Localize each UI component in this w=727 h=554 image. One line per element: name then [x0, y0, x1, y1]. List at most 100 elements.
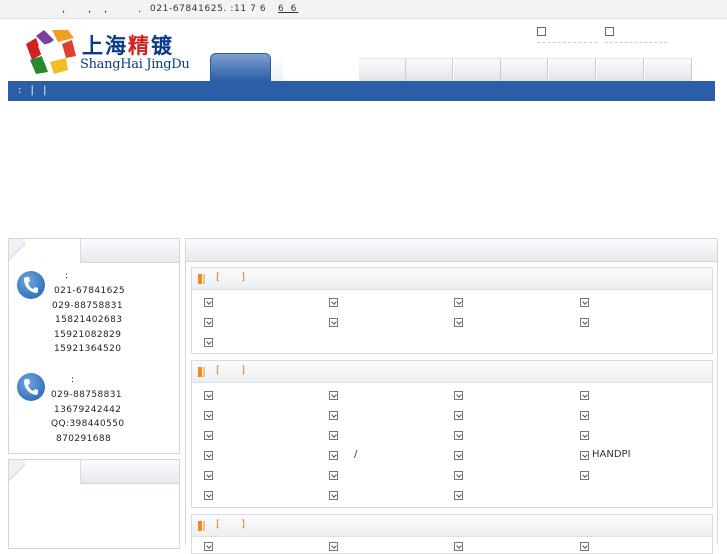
- arrow-icon: [454, 318, 463, 327]
- phone-number: 870291688: [56, 433, 112, 444]
- contact-panel: : 021-67841625 029-88758831 15821402683 …: [8, 238, 180, 454]
- phone-icon: [17, 373, 45, 401]
- arrow-icon: [580, 391, 589, 400]
- arrow-icon: [204, 431, 213, 440]
- logo-cn-part: 镀: [151, 33, 174, 58]
- section-header: [ ]: [192, 361, 712, 383]
- contact-colon: :: [65, 271, 69, 281]
- nav-tab[interactable]: [501, 58, 548, 82]
- phone-number: 13679242442: [54, 404, 122, 415]
- panel-tab: [9, 239, 81, 263]
- arrow-icon: [580, 298, 589, 307]
- arrow-icon: [329, 391, 338, 400]
- arrow-icon: [454, 431, 463, 440]
- arrow-icon: [454, 298, 463, 307]
- arrow-icon: [204, 451, 213, 460]
- section-title[interactable]: [ ]: [216, 365, 254, 376]
- arrow-icon: [580, 471, 589, 480]
- section-header: [ ]: [192, 515, 712, 537]
- arrow-icon: [454, 451, 463, 460]
- section-marker-icon: [203, 521, 205, 531]
- section-title[interactable]: [ ]: [216, 519, 254, 530]
- arrow-icon: [454, 471, 463, 480]
- nav-tab[interactable]: [597, 58, 644, 82]
- phone-number: 021-67841625: [54, 286, 126, 296]
- nav-tab[interactable]: [549, 58, 596, 82]
- arrow-icon: [537, 27, 546, 36]
- arrow-icon: [454, 391, 463, 400]
- section-marker-icon: [198, 274, 202, 284]
- contact-colon: :: [71, 375, 75, 385]
- arrow-icon: [329, 491, 338, 500]
- arrow-icon: [204, 318, 213, 327]
- nav-tab[interactable]: [406, 58, 453, 82]
- separator: ,: [62, 4, 66, 15]
- contact-list-2: 029-88758831 13679242442 QQ:398440550 87…: [51, 388, 161, 446]
- product-link-label: HANDPI: [592, 449, 631, 460]
- nav-spacer: [271, 58, 283, 82]
- arrow-icon: [454, 411, 463, 420]
- section-marker-icon: [198, 367, 202, 377]
- logo-cn-part: 精: [128, 33, 151, 58]
- header-link[interactable]: [537, 27, 597, 45]
- arrow-icon: [329, 298, 338, 307]
- product-section: [ ]: [191, 267, 713, 354]
- product-link-label: /: [354, 449, 358, 460]
- nav-tab[interactable]: [359, 58, 406, 82]
- arrow-icon: [580, 318, 589, 327]
- nav-tab[interactable]: [454, 58, 501, 82]
- arrow-icon: [580, 431, 589, 440]
- phone-number: 15821402683: [55, 315, 123, 326]
- product-link[interactable]: /: [329, 449, 369, 462]
- hotline-text: 021-67841625. :11 7 6: [150, 4, 267, 14]
- arrow-icon: [329, 542, 338, 551]
- side-panel: [8, 459, 180, 549]
- divider: [537, 42, 597, 43]
- arrow-icon: [204, 391, 213, 400]
- arrow-icon: [454, 542, 463, 551]
- arrow-icon: [329, 431, 338, 440]
- arrow-icon: [580, 542, 589, 551]
- section-marker-icon: [198, 521, 202, 531]
- section-header: [ ]: [192, 268, 712, 290]
- nav-tab[interactable]: [645, 58, 692, 82]
- section-marker-icon: [203, 367, 205, 377]
- nav-tab-home[interactable]: [210, 53, 271, 82]
- product-link[interactable]: HANDPI: [580, 449, 640, 462]
- header-link[interactable]: [605, 27, 667, 45]
- nav-bar: : | |: [8, 81, 715, 101]
- separator: ,: [104, 4, 108, 15]
- phone-number: 029-88758831: [51, 390, 123, 400]
- panel-tab: [9, 460, 81, 484]
- arrow-icon: [454, 491, 463, 500]
- product-section: [ ]: [191, 514, 713, 554]
- arrow-icon: [204, 411, 213, 420]
- arrow-icon: [329, 411, 338, 420]
- logo-icon[interactable]: [24, 28, 79, 76]
- logo-chinese: 上海精镀: [82, 30, 174, 60]
- visit-counter[interactable]: 6 6: [278, 4, 298, 14]
- arrow-icon: [580, 451, 589, 460]
- phone-number: 029-88758831: [52, 300, 124, 311]
- phone-number: 15921082829: [54, 329, 122, 340]
- arrow-icon: [329, 318, 338, 327]
- arrow-icon: [329, 451, 338, 460]
- phone-icon: [17, 271, 45, 299]
- separator: ,: [88, 4, 92, 15]
- panel-header: [9, 239, 179, 263]
- panel-header: [9, 460, 179, 484]
- arrow-icon: [204, 298, 213, 307]
- divider: [605, 42, 667, 43]
- arrow-icon: [204, 491, 213, 500]
- arrow-icon: [580, 411, 589, 420]
- arrow-icon: [605, 27, 614, 36]
- arrow-icon: [204, 338, 213, 347]
- arrow-icon: [329, 471, 338, 480]
- main-header: [185, 238, 718, 262]
- product-section: [ ]: [191, 360, 713, 508]
- qq-number: QQ:398440550: [51, 419, 125, 430]
- contact-list-1: 021-67841625 029-88758831 15821402683 15…: [52, 284, 163, 357]
- logo-english: ShangHai JingDu: [80, 57, 190, 72]
- section-marker-icon: [203, 274, 205, 284]
- section-title[interactable]: [ ]: [216, 272, 254, 283]
